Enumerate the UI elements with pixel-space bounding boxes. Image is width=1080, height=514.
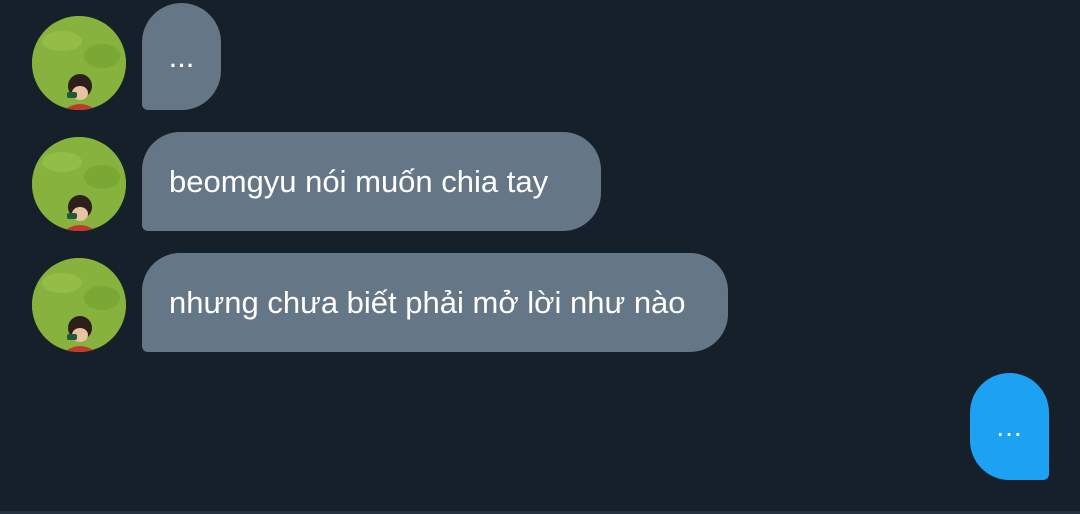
- message-text: nhưng chưa biết phải mở lời như nào: [169, 285, 686, 320]
- message-text: beomgyu nói muốn chia tay: [169, 164, 549, 199]
- avatar[interactable]: [32, 258, 126, 352]
- typing-indicator-text: ...: [996, 410, 1023, 442]
- avatar[interactable]: [32, 16, 126, 110]
- typing-indicator-bubble: ...: [970, 373, 1049, 480]
- message-bubble[interactable]: nhưng chưa biết phải mở lời như nào: [142, 253, 728, 352]
- avatar-photo-icon: [32, 16, 126, 110]
- message-text: ...: [168, 39, 195, 74]
- avatar[interactable]: [32, 137, 126, 231]
- message-bubble[interactable]: ...: [142, 3, 221, 110]
- message-bubble[interactable]: beomgyu nói muốn chia tay: [142, 132, 601, 231]
- avatar-photo-icon: [32, 258, 126, 352]
- avatar-photo-icon: [32, 137, 126, 231]
